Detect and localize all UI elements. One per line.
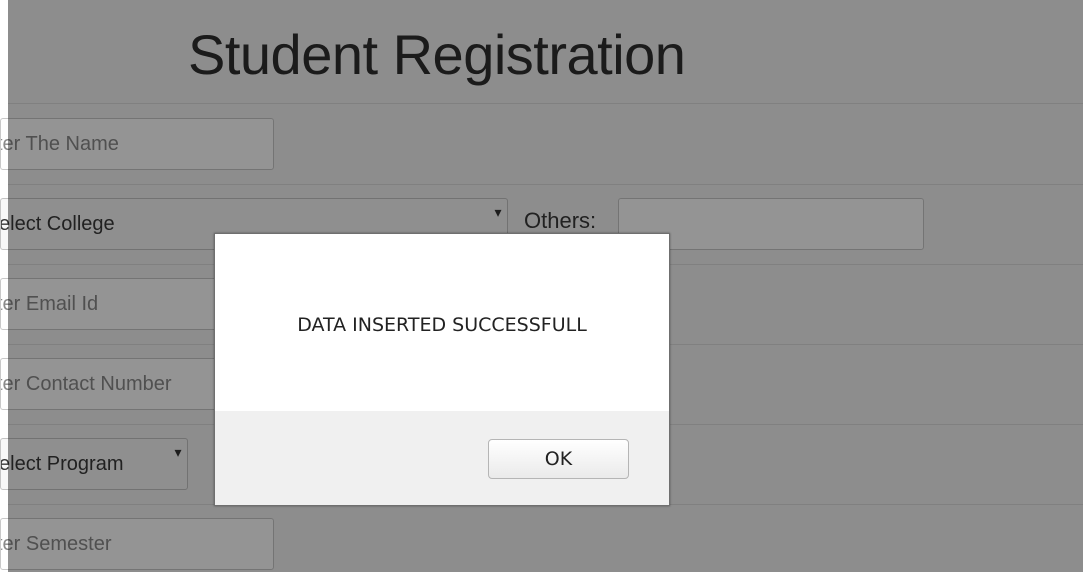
- alert-dialog: DATA INSERTED SUCCESSFULL OK: [214, 233, 670, 506]
- ok-button[interactable]: OK: [488, 439, 629, 479]
- dialog-message: DATA INSERTED SUCCESSFULL: [297, 314, 587, 336]
